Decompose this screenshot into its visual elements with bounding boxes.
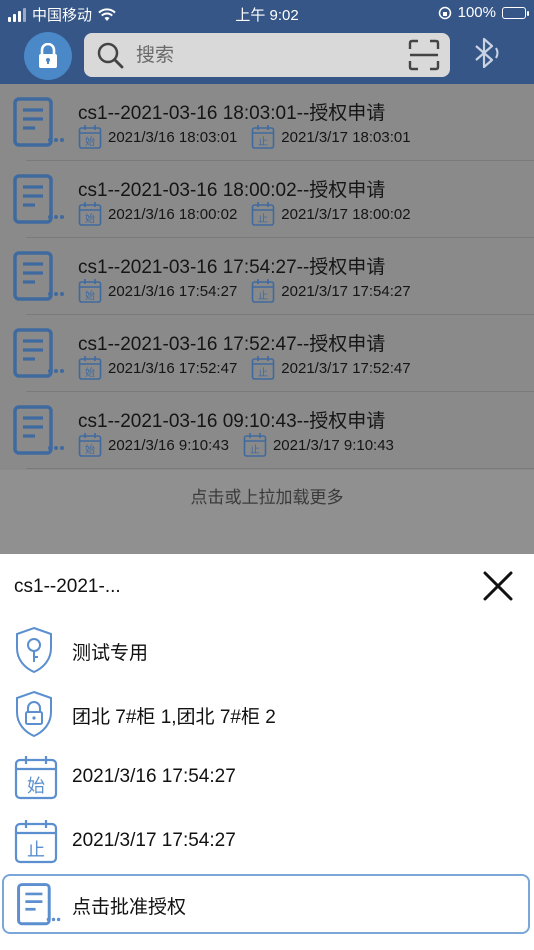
load-more-button[interactable]: 点击或上拉加载更多: [0, 470, 534, 554]
svg-text:始: 始: [85, 443, 95, 456]
battery-icon: [502, 6, 529, 19]
start-time-text: 2021/3/16 17:54:27: [72, 766, 236, 787]
list-item[interactable]: cs1--2021-03-16 17:52:47--授权申请 始 2021/3/…: [0, 315, 534, 392]
purpose-text: 测试专用: [72, 643, 149, 664]
sheet-locks-row: 团北 7#柜 1,团北 7#柜 2: [0, 684, 534, 744]
start-calendar-icon: 始: [78, 279, 102, 303]
search-input[interactable]: [134, 41, 388, 71]
end-time: 2021/3/17 18:03:01: [281, 128, 411, 146]
item-title: cs1--2021-03-16 09:10:43--授权申请: [78, 411, 386, 432]
scan-icon[interactable]: [408, 39, 440, 71]
approve-label: 点击批准授权: [72, 897, 187, 918]
list-item[interactable]: cs1--2021-03-16 17:54:27--授权申请 始 2021/3/…: [0, 238, 534, 315]
start-time: 2021/3/16 17:54:27: [108, 282, 238, 300]
item-title: cs1--2021-03-16 17:54:27--授权申请: [78, 257, 386, 278]
start-time: 2021/3/16 18:03:01: [108, 128, 238, 146]
document-icon: [13, 328, 64, 378]
search-bar[interactable]: [84, 33, 450, 77]
end-calendar-icon: 止: [251, 356, 275, 380]
close-icon[interactable]: [482, 570, 514, 602]
lock-icon: [39, 43, 57, 68]
sheet-start-row: 始 2021/3/16 17:54:27: [0, 748, 534, 808]
svg-text:止: 止: [258, 290, 268, 302]
app-header: 中国移动 上午 9:02 100%: [0, 0, 534, 84]
svg-text:始: 始: [85, 289, 95, 302]
start-time: 2021/3/16 9:10:43: [108, 436, 229, 454]
svg-text:止: 止: [258, 213, 268, 225]
status-bar: 中国移动 上午 9:02 100%: [0, 0, 534, 28]
authorization-list: cs1--2021-03-16 18:03:01--授权申请 始 2021/3/…: [0, 84, 534, 469]
svg-text:始: 始: [85, 212, 95, 225]
start-calendar-icon: 始: [78, 202, 102, 226]
svg-text:止: 止: [250, 444, 260, 456]
end-time: 2021/3/17 17:52:47: [281, 359, 411, 377]
end-calendar-icon: 止: [251, 125, 275, 149]
svg-text:止: 止: [258, 136, 268, 148]
end-calendar-icon: 止: [243, 433, 267, 457]
action-sheet: cs1--2021-... 测试专用 团北 7#柜 1,团北 7#柜 2 始 2…: [0, 554, 534, 950]
lock-button[interactable]: [24, 32, 72, 80]
end-calendar-icon: 止: [251, 202, 275, 226]
battery-percent: 100%: [457, 4, 496, 21]
start-time: 2021/3/16 18:00:02: [108, 205, 238, 223]
list-item[interactable]: cs1--2021-03-16 18:00:02--授权申请 始 2021/3/…: [0, 161, 534, 238]
start-time: 2021/3/16 17:52:47: [108, 359, 238, 377]
svg-text:始: 始: [85, 135, 95, 148]
end-calendar-icon: 止: [251, 279, 275, 303]
start-calendar-icon: 始: [14, 756, 58, 800]
shield-key-icon: [16, 626, 52, 674]
end-calendar-icon: 止: [14, 820, 58, 864]
document-icon: [13, 174, 64, 224]
document-icon: [13, 251, 64, 301]
svg-text:止: 止: [258, 367, 268, 379]
start-calendar-icon: 始: [78, 356, 102, 380]
document-icon: [13, 405, 64, 455]
bluetooth-icon[interactable]: [472, 36, 504, 70]
end-time: 2021/3/17 17:54:27: [281, 282, 411, 300]
list-item[interactable]: cs1--2021-03-16 18:03:01--授权申请 始 2021/3/…: [0, 84, 534, 161]
shield-lock-icon: [16, 690, 52, 738]
end-time-text: 2021/3/17 17:54:27: [72, 830, 236, 851]
svg-text:止: 止: [27, 840, 45, 861]
sheet-end-row: 止 2021/3/17 17:54:27: [0, 812, 534, 872]
item-title: cs1--2021-03-16 18:00:02--授权申请: [78, 180, 386, 201]
start-calendar-icon: 始: [78, 125, 102, 149]
document-icon: [17, 883, 61, 926]
locks-text: 团北 7#柜 1,团北 7#柜 2: [72, 707, 276, 728]
end-time: 2021/3/17 18:00:02: [281, 205, 411, 223]
sheet-purpose-row: 测试专用: [0, 620, 534, 680]
svg-text:始: 始: [85, 366, 95, 379]
item-title: cs1--2021-03-16 18:03:01--授权申请: [78, 103, 386, 124]
search-icon: [97, 42, 124, 69]
sheet-title: cs1--2021-...: [14, 576, 121, 597]
document-icon: [13, 97, 64, 147]
approve-button[interactable]: 点击批准授权: [2, 874, 530, 934]
item-title: cs1--2021-03-16 17:52:47--授权申请: [78, 334, 386, 355]
start-calendar-icon: 始: [78, 433, 102, 457]
orientation-lock-icon: [438, 6, 451, 19]
svg-text:始: 始: [27, 776, 45, 797]
end-time: 2021/3/17 9:10:43: [272, 436, 394, 454]
list-item[interactable]: cs1--2021-03-16 09:10:43--授权申请 始 2021/3/…: [0, 392, 534, 469]
